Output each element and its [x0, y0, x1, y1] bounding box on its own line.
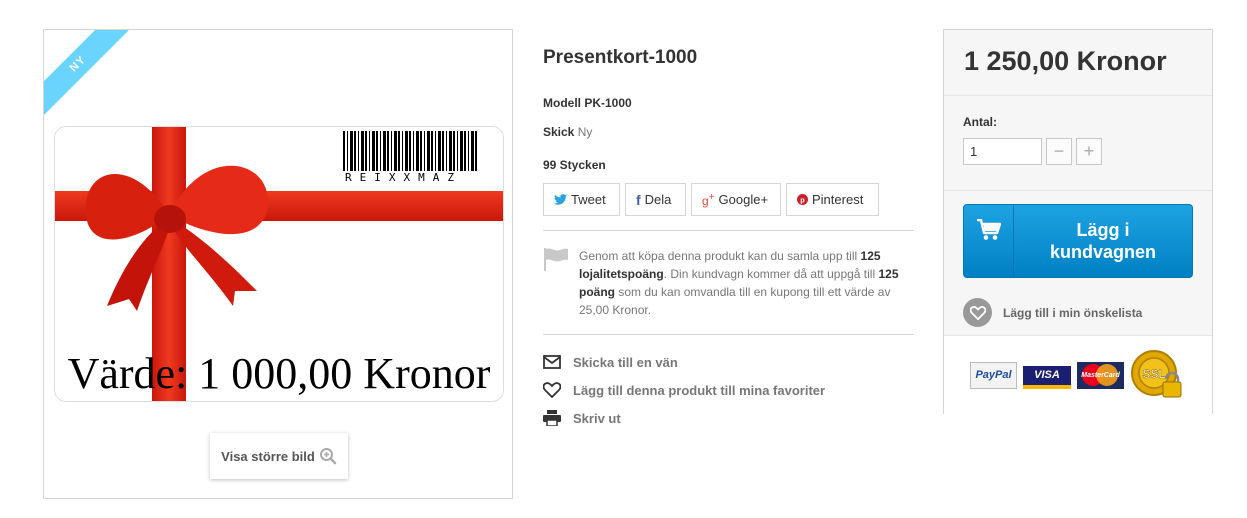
print-label: Skriv ut: [573, 410, 621, 426]
quantity-section: Antal: − +: [944, 96, 1212, 191]
google-plus-button[interactable]: g+ Google+: [691, 183, 781, 216]
heart-icon: [543, 382, 561, 398]
zoom-icon: [319, 448, 337, 465]
product-model: Modell PK-1000: [543, 96, 632, 110]
mastercard-label: MasterCard: [1081, 371, 1120, 379]
print-link[interactable]: Skriv ut: [543, 404, 825, 432]
envelope-icon: [543, 355, 561, 369]
view-larger-label: Visa större bild: [221, 448, 315, 464]
price: 1 250,00 Kronor: [964, 46, 1167, 76]
add-to-favorites-link[interactable]: Lägg till denna produkt till mina favori…: [543, 376, 825, 404]
product-actions: Skicka till en vän Lägg till denna produ…: [543, 348, 825, 432]
add-to-cart-label-line2: kundvagnen: [1049, 242, 1156, 262]
pinterest-icon: p: [797, 194, 808, 205]
loyalty-text-part: Genom att köpa denna produkt kan du saml…: [579, 249, 861, 263]
svg-text:p: p: [800, 195, 805, 204]
pinterest-label: Pinterest: [812, 192, 864, 207]
barcode-text: REIXXMAZ: [345, 171, 462, 184]
visa-logo: VISA: [1023, 361, 1071, 389]
paypal-logo: PayPal: [970, 361, 1017, 389]
quantity-plus-button[interactable]: +: [1076, 138, 1102, 165]
cart-icon: [976, 219, 1001, 240]
loyalty-text-part: . Din kundvagn kommer då att uppgå till: [663, 267, 879, 281]
stock-text: 99 Stycken: [543, 158, 606, 172]
model-value: PK-1000: [584, 96, 632, 110]
facebook-share-button[interactable]: f Dela: [625, 183, 686, 216]
google-plus-label: Google+: [718, 192, 769, 207]
flag-icon: [544, 248, 568, 271]
add-to-cart-label: Lägg i kundvagnen: [1014, 205, 1192, 277]
send-to-friend-link[interactable]: Skicka till en vän: [543, 348, 825, 376]
loyalty-text-part: som du kan omvandla till en kupong till …: [579, 285, 891, 317]
condition-value: Ny: [577, 125, 593, 139]
google-plus-icon: g+: [702, 191, 715, 208]
send-to-friend-label: Skicka till en vän: [573, 354, 678, 370]
divider-bottom: [543, 334, 914, 335]
new-badge-label: Ny: [44, 30, 130, 116]
add-to-cart-button[interactable]: Lägg i kundvagnen: [963, 204, 1193, 278]
facebook-share-label: Dela: [644, 192, 672, 207]
add-to-favorites-label: Lägg till denna produkt till mina favori…: [573, 382, 826, 398]
quantity-stepper: − +: [963, 138, 1212, 165]
divider-top: [543, 230, 914, 231]
product-title: Presentkort-1000: [543, 47, 698, 68]
buy-box: 1 250,00 Kronor Antal: − + Lägg i kundva…: [943, 29, 1213, 414]
quantity-input[interactable]: [963, 138, 1042, 165]
printer-icon: [543, 410, 561, 426]
stock-quantity: 99 Stycken: [543, 158, 606, 172]
ssl-seal-icon: SSL: [1131, 350, 1182, 398]
svg-text:SSL: SSL: [1142, 367, 1165, 381]
facebook-icon: f: [636, 191, 641, 208]
cart-icon-container: [964, 205, 1014, 277]
heart-icon: [969, 305, 986, 320]
social-share: Tweet f Dela g+ Google+ p Pinterest: [543, 183, 879, 216]
view-larger-button[interactable]: Visa större bild: [210, 433, 348, 479]
tweet-label: Tweet: [571, 192, 606, 207]
product-condition: Skick Ny: [543, 125, 592, 139]
price-section: 1 250,00 Kronor: [944, 30, 1212, 96]
gift-card-value: Värde: 1 000,00 Kronor: [67, 349, 491, 398]
loyalty-text: Genom att köpa denna produkt kan du saml…: [579, 247, 914, 319]
tweet-button[interactable]: Tweet: [543, 183, 620, 216]
mastercard-logo: MasterCard: [1077, 361, 1124, 389]
barcode: [343, 131, 479, 171]
product-image-box: Ny REIXXMAZ Värde: 1 000,00 Kronor Visa …: [43, 29, 513, 499]
pinterest-button[interactable]: p Pinterest: [786, 183, 879, 216]
new-badge: Ny: [44, 30, 130, 116]
wishlist-icon-circle: [963, 298, 992, 327]
quantity-label: Antal:: [963, 115, 997, 129]
condition-label: Skick: [543, 125, 575, 139]
gift-bow-icon: [85, 165, 268, 311]
twitter-icon: [554, 194, 567, 205]
add-to-wishlist-link[interactable]: Lägg till i min önskelista: [963, 298, 1142, 327]
quantity-minus-button[interactable]: −: [1046, 138, 1072, 165]
payment-methods: PayPal VISA MasterCard SSL: [944, 335, 1212, 414]
wishlist-label: Lägg till i min önskelista: [1003, 305, 1143, 320]
model-label: Modell: [543, 96, 581, 110]
add-to-cart-label-line1: Lägg i: [1076, 220, 1130, 240]
loyalty-info: Genom att köpa denna produkt kan du saml…: [543, 247, 914, 319]
product-image[interactable]: REIXXMAZ Värde: 1 000,00 Kronor: [54, 126, 504, 402]
